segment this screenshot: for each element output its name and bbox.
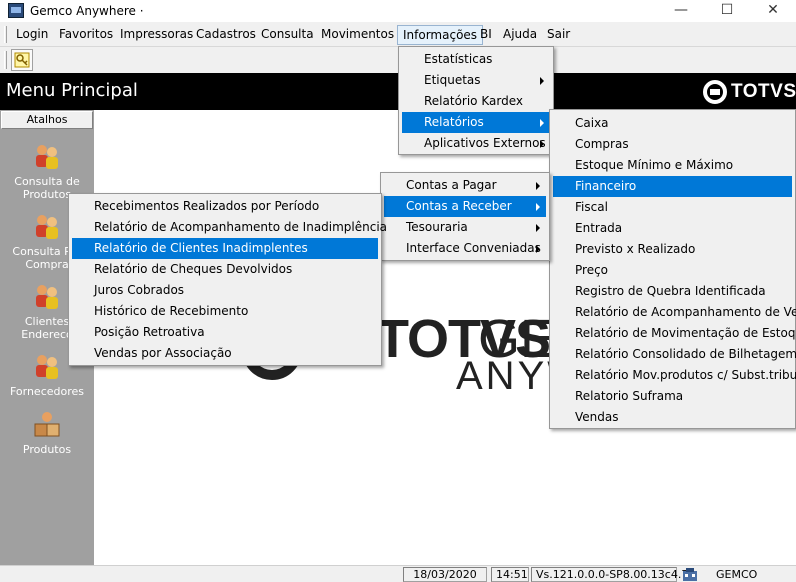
- menu-item-relatorios[interactable]: Relatórios: [402, 112, 550, 133]
- relatorios-menu: Caixa Compras Estoque Mínimo e Máximo Fi…: [549, 109, 796, 429]
- people-icon: [36, 215, 58, 239]
- menu-item-etiquetas[interactable]: Etiquetas: [402, 70, 550, 91]
- page-title: Menu Principal: [6, 80, 138, 101]
- menu-item-compras[interactable]: Compras: [553, 134, 792, 155]
- menu-ajuda[interactable]: Ajuda: [498, 25, 542, 45]
- financeiro-menu: Contas a Pagar Contas a Receber Tesourar…: [380, 172, 550, 261]
- menu-impressoras[interactable]: Impressoras: [115, 25, 198, 45]
- menu-item-financeiro[interactable]: Financeiro: [553, 176, 792, 197]
- menu-item-contas-receber[interactable]: Contas a Receber: [384, 196, 546, 217]
- people-icon: [36, 355, 58, 379]
- keys-button[interactable]: [11, 49, 33, 71]
- contas-receber-menu: Recebimentos Realizados por Período Rela…: [68, 193, 387, 366]
- status-time: 14:51: [491, 567, 529, 582]
- submenu-arrow-icon: [536, 245, 540, 253]
- menu-login[interactable]: Login: [11, 25, 53, 45]
- submenu-arrow-icon: [536, 203, 540, 211]
- company-icon: [683, 568, 697, 581]
- menu-item-fiscal[interactable]: Fiscal: [553, 197, 792, 218]
- status-date: 18/03/2020: [403, 567, 487, 582]
- sidebar-header: Atalhos: [1, 111, 93, 129]
- menu-item-movimentacao-estoque[interactable]: Relatório de Movimentação de Estoque: [553, 323, 796, 344]
- keys-icon: [14, 52, 30, 68]
- maximize-button[interactable]: ☐: [704, 0, 750, 22]
- menu-item-estatisticas[interactable]: Estatísticas: [402, 49, 550, 70]
- submenu-arrow-icon: [540, 77, 544, 85]
- menu-item-previsto-realizado[interactable]: Previsto x Realizado: [553, 239, 792, 260]
- menu-item-recebimentos-realizados[interactable]: Recebimentos Realizados por Período: [72, 196, 378, 217]
- menu-item-relatorio-kardex[interactable]: Relatório Kardex: [402, 91, 550, 112]
- menu-item-interface-conveniadas[interactable]: Interface Conveniadas: [384, 238, 546, 259]
- menu-item-mov-produtos-subst[interactable]: Relatório Mov.produtos c/ Subst.tributár…: [553, 365, 796, 386]
- app-icon: [8, 3, 24, 18]
- menu-item-clientes-inadimplentes[interactable]: Relatório de Clientes Inadimplentes: [72, 238, 378, 259]
- minimize-button[interactable]: —: [658, 0, 704, 22]
- menu-item-vendas-associacao[interactable]: Vendas por Associação: [72, 343, 378, 364]
- menu-item-consolidado-bilhetagem[interactable]: Relatório Consolidado de Bilhetagem: [553, 344, 796, 365]
- shortcut-label: Produtos: [22, 443, 72, 456]
- menu-item-contas-pagar[interactable]: Contas a Pagar: [384, 175, 546, 196]
- menu-bar: Login Favoritos Impressoras Cadastros Co…: [0, 22, 796, 47]
- menu-item-preco[interactable]: Preço: [553, 260, 792, 281]
- menu-item-tesouraria[interactable]: Tesouraria: [384, 217, 546, 238]
- totvs-logo-icon: [703, 80, 727, 104]
- menubar-grip: [4, 26, 7, 43]
- shortcut-label: Clientes Endereco: [21, 315, 73, 341]
- products-icon: [34, 412, 60, 437]
- menu-item-estoque-minimo-maximo[interactable]: Estoque Mínimo e Máximo: [553, 155, 792, 176]
- menu-item-juros-cobrados[interactable]: Juros Cobrados: [72, 280, 378, 301]
- menu-cadastros[interactable]: Cadastros: [191, 25, 261, 45]
- totvs-logo: TOTVS: [703, 80, 796, 104]
- totvs-logo-text: TOTVS: [731, 81, 796, 102]
- menu-item-entrada[interactable]: Entrada: [553, 218, 792, 239]
- status-company: GEMCO: [716, 568, 758, 581]
- status-version: Vs.121.0.0.0-SP8.00.13c4.75: [531, 567, 695, 582]
- submenu-arrow-icon: [540, 140, 544, 148]
- menu-item-cheques-devolvidos[interactable]: Relatório de Cheques Devolvidos: [72, 259, 378, 280]
- menu-bi[interactable]: BI: [475, 25, 497, 45]
- status-bar: 18/03/2020 14:51 Vs.121.0.0.0-SP8.00.13c…: [0, 565, 796, 582]
- menu-favoritos[interactable]: Favoritos: [54, 25, 118, 45]
- people-icon: [36, 145, 58, 169]
- shortcut-produtos[interactable]: Produtos: [0, 410, 94, 456]
- menu-item-historico-recebimento[interactable]: Histórico de Recebimento: [72, 301, 378, 322]
- menu-item-vendas[interactable]: Vendas: [553, 407, 792, 428]
- menu-sair[interactable]: Sair: [542, 25, 575, 45]
- menu-item-acompanhamento-venda[interactable]: Relatório de Acompanhamento de Venda: [553, 302, 796, 323]
- shortcut-label: Fornecedores: [9, 385, 85, 398]
- toolbar-grip: [4, 51, 7, 69]
- menu-item-registro-quebra[interactable]: Registro de Quebra Identificada: [553, 281, 792, 302]
- menu-item-acompanhamento-inadimplencia[interactable]: Relatório de Acompanhamento de Inadimplê…: [72, 217, 387, 238]
- menu-item-suframa[interactable]: Relatorio Suframa: [553, 386, 792, 407]
- people-icon: [36, 285, 58, 309]
- submenu-arrow-icon: [540, 119, 544, 127]
- menu-item-aplicativos-externos[interactable]: Aplicativos Externos: [402, 133, 550, 154]
- informacoes-menu: Estatísticas Etiquetas Relatório Kardex …: [398, 46, 554, 155]
- menu-item-caixa[interactable]: Caixa: [553, 113, 792, 134]
- menu-movimentos[interactable]: Movimentos: [316, 25, 399, 45]
- close-button[interactable]: ✕: [750, 0, 796, 22]
- window-title: Gemco Anywhere ·: [30, 4, 144, 18]
- menu-consulta[interactable]: Consulta: [256, 25, 319, 45]
- menu-informacoes[interactable]: Informações: [397, 25, 484, 45]
- submenu-arrow-icon: [536, 224, 540, 232]
- menu-item-posicao-retroativa[interactable]: Posição Retroativa: [72, 322, 378, 343]
- submenu-arrow-icon: [536, 182, 540, 190]
- title-bar: Gemco Anywhere · — ☐ ✕: [0, 0, 796, 22]
